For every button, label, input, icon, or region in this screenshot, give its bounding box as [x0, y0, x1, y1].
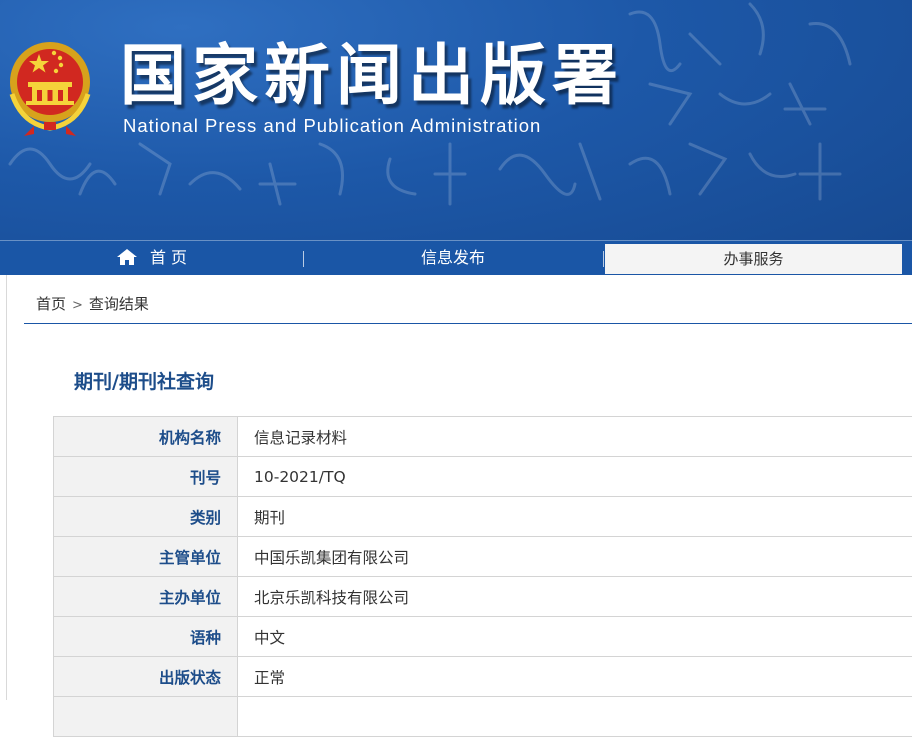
table-row: 机构名称 信息记录材料 — [54, 417, 912, 457]
field-label: 主管单位 — [54, 537, 238, 577]
field-value: 中国乐凯集团有限公司 — [238, 537, 912, 577]
breadcrumb-home-link[interactable]: 首页 — [36, 295, 66, 313]
field-label: 类别 — [54, 497, 238, 537]
field-value: 10-2021/TQ — [238, 457, 912, 497]
content-border — [6, 275, 7, 700]
nav-info-label: 信息发布 — [421, 248, 485, 267]
table-row: 刊号 10-2021/TQ — [54, 457, 912, 497]
field-label: 出版状态 — [54, 657, 238, 697]
breadcrumb: 首页 > 查询结果 — [36, 293, 149, 314]
nav-home[interactable]: 首 页 — [0, 241, 303, 275]
house-icon — [116, 248, 138, 266]
page-title: 期刊/期刊社查询 — [74, 367, 214, 394]
nav-services[interactable]: 办事服务 — [605, 244, 902, 274]
field-value: 中文 — [238, 617, 912, 657]
field-value: 正常 — [238, 657, 912, 697]
table-row: 出版状态 正常 — [54, 657, 912, 697]
field-label — [54, 697, 238, 737]
main-nav: 首 页 信息发布 办事服务 — [0, 240, 912, 275]
breadcrumb-divider — [24, 323, 912, 324]
field-label: 主办单位 — [54, 577, 238, 617]
nav-services-label: 办事服务 — [723, 250, 783, 268]
site-title: 国家新闻出版署 — [120, 36, 624, 116]
national-emblem-icon — [4, 34, 96, 138]
breadcrumb-separator: > — [72, 298, 83, 313]
nav-divider — [603, 251, 604, 267]
field-value: 信息记录材料 — [238, 417, 912, 457]
table-row: 主管单位 中国乐凯集团有限公司 — [54, 537, 912, 577]
header-banner: 国家新闻出版署 National Press and Publication A… — [0, 0, 912, 275]
table-row: 类别 期刊 — [54, 497, 912, 537]
table-row: 主办单位 北京乐凯科技有限公司 — [54, 577, 912, 617]
field-value: 期刊 — [238, 497, 912, 537]
main-content: 首页 > 查询结果 期刊/期刊社查询 机构名称 信息记录材料 刊号 10-2021/… — [0, 275, 912, 700]
table-row: 语种 中文 — [54, 617, 912, 657]
site-subtitle-english: National Press and Publication Administr… — [123, 115, 541, 137]
breadcrumb-current: 查询结果 — [89, 295, 149, 313]
field-label: 语种 — [54, 617, 238, 657]
nav-home-label: 首 页 — [150, 248, 187, 267]
field-value: 北京乐凯科技有限公司 — [238, 577, 912, 617]
field-value — [238, 697, 912, 737]
nav-info-release[interactable]: 信息发布 — [303, 241, 603, 275]
result-table: 机构名称 信息记录材料 刊号 10-2021/TQ 类别 期刊 主管单位 中国乐… — [53, 416, 912, 737]
field-label: 机构名称 — [54, 417, 238, 457]
field-label: 刊号 — [54, 457, 238, 497]
table-row — [54, 697, 912, 737]
